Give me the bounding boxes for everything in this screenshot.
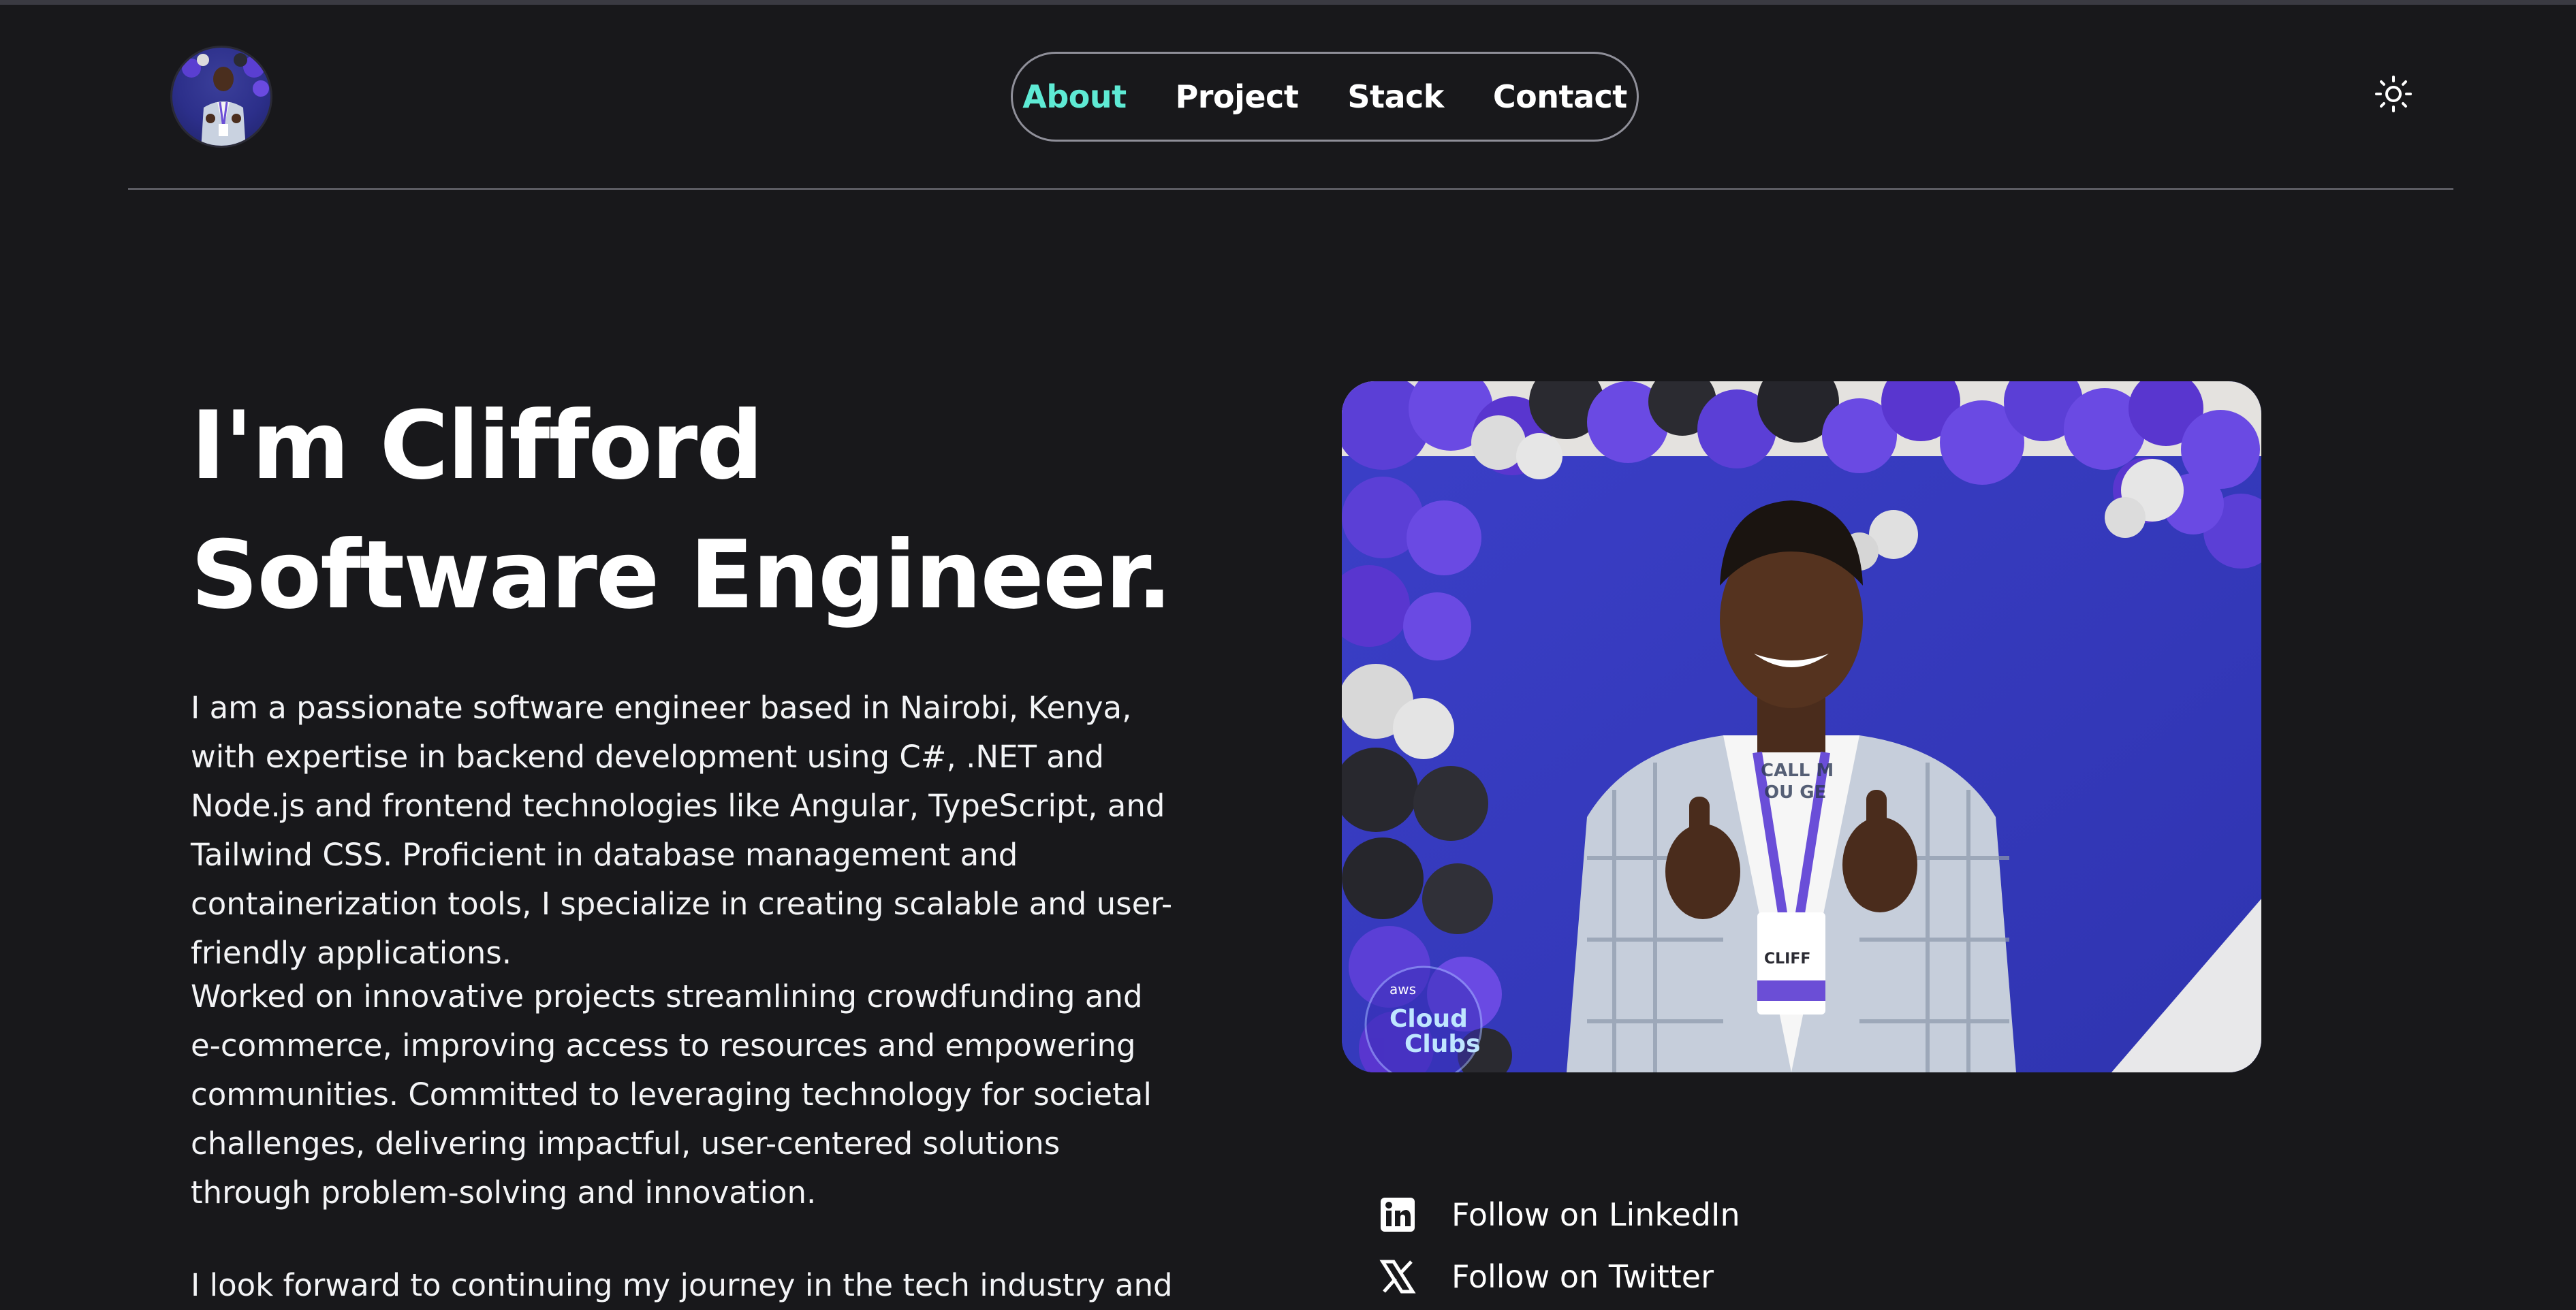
hero-title-line1: I'm Clifford <box>191 391 764 500</box>
shirt-text-1: CALL M <box>1761 761 1834 781</box>
avatar[interactable] <box>170 46 272 148</box>
sun-icon <box>2375 76 2412 112</box>
aws-cloud-clubs-badge: aws Cloud Clubs <box>1364 965 1483 1072</box>
about-paragraph: I am a passionate software engineer base… <box>191 690 1173 971</box>
nav-contact[interactable]: Contact <box>1493 78 1627 115</box>
nav-stack[interactable]: Stack <box>1347 78 1444 115</box>
site-header: About Project Stack Contact <box>0 0 2576 191</box>
hero-title: I'm Clifford Software Engineer. <box>191 381 1172 640</box>
badge-aws-text: aws <box>1389 981 1416 997</box>
nav-about[interactable]: About <box>1022 78 1127 115</box>
badge-line1: Cloud <box>1389 1005 1468 1033</box>
follow-linkedin-link[interactable]: Follow on LinkedIn <box>1379 1196 1740 1233</box>
follow-twitter-link[interactable]: Follow on Twitter <box>1379 1258 1714 1295</box>
x-twitter-icon <box>1379 1258 1416 1295</box>
shirt-text-2: OU GE <box>1764 782 1826 803</box>
follow-twitter-label: Follow on Twitter <box>1451 1258 1714 1295</box>
hero-title-line2: Software Engineer. <box>191 520 1172 630</box>
badge-line2: Clubs <box>1404 1030 1481 1058</box>
linkedin-icon <box>1379 1196 1416 1233</box>
profile-photo-illustration: CLIFF CALL M OU GE aws Cloud Clubs <box>1342 381 2261 1072</box>
about-paragraph: Worked on innovative projects streamlini… <box>191 978 1152 1211</box>
name-tag-text: CLIFF <box>1764 950 1810 968</box>
profile-photo: CLIFF CALL M OU GE aws Cloud Clubs <box>1342 381 2261 1072</box>
about-paragraph: I look forward to continuing my journey … <box>191 1267 1173 1303</box>
main-nav: About Project Stack Contact <box>1011 52 1639 142</box>
follow-linkedin-label: Follow on LinkedIn <box>1451 1196 1740 1233</box>
nav-project[interactable]: Project <box>1176 78 1299 115</box>
theme-toggle-button[interactable] <box>2374 75 2413 113</box>
avatar-portrait <box>182 53 269 146</box>
header-divider <box>128 188 2453 190</box>
